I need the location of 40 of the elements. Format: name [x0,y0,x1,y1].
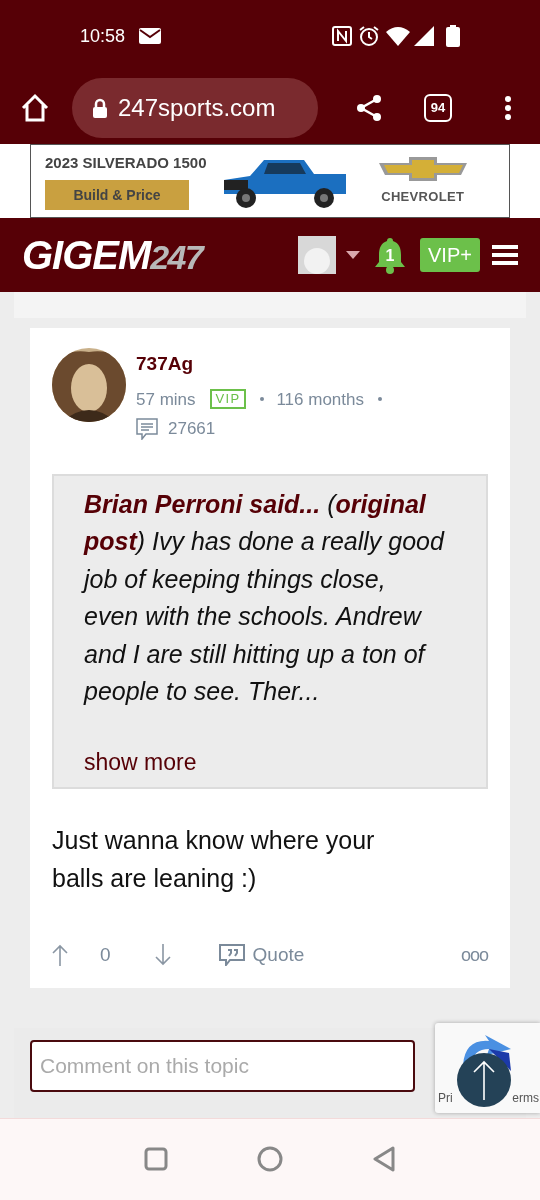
signal-icon [414,26,434,46]
recaptcha-terms-link[interactable]: erms [512,1089,539,1107]
member-tenure: 116 months [276,388,364,411]
back-icon[interactable] [371,1146,396,1173]
quote-icon [218,944,245,967]
caret-icon[interactable] [346,251,360,259]
post-count: 27661 [168,418,216,440]
build-price-button[interactable]: Build & Price [45,180,189,211]
tab-count-button[interactable]: 94 [424,94,452,122]
author-name[interactable]: 737Ag [136,350,382,379]
ad-banner[interactable]: 2023 SILVERADO 1500 Build & Price CHEVROLET [30,144,510,218]
upvote-icon[interactable] [52,944,68,967]
recaptcha-privacy-link[interactable]: Pri [438,1089,453,1107]
post-body: Just wanna know where your balls are leaning :) [52,825,376,894]
recents-icon[interactable] [144,1147,169,1172]
vote-count: 0 [100,943,111,967]
show-more-link[interactable]: show more [84,744,472,779]
quote-button[interactable]: Quote [218,941,305,970]
battery-icon [446,25,460,47]
overflow-menu-icon[interactable] [504,95,512,121]
nfc-icon [332,26,352,46]
comment-field[interactable]: Comment on this topic [30,1039,415,1092]
home-icon[interactable] [20,93,50,123]
share-icon[interactable] [356,94,382,122]
post-age: 57 mins [136,388,196,411]
status-time: 10:58 [80,24,126,48]
ad-brand: CHEVROLET [381,188,465,207]
menu-icon[interactable] [492,244,518,266]
arrow-up-icon [473,1060,495,1100]
comment-icon [136,417,158,440]
home-nav-icon[interactable] [257,1146,283,1173]
downvote-icon[interactable] [154,944,171,967]
alarm-icon [358,25,380,47]
url-field[interactable]: 247sports.com [72,78,318,138]
wifi-icon [386,26,410,46]
vip-badge: VIP [209,389,247,410]
more-options-button[interactable]: ooo [460,941,488,969]
lock-icon [92,98,108,118]
mail-icon [139,28,162,44]
ad-headline: 2023 SILVERADO 1500 [45,152,207,173]
